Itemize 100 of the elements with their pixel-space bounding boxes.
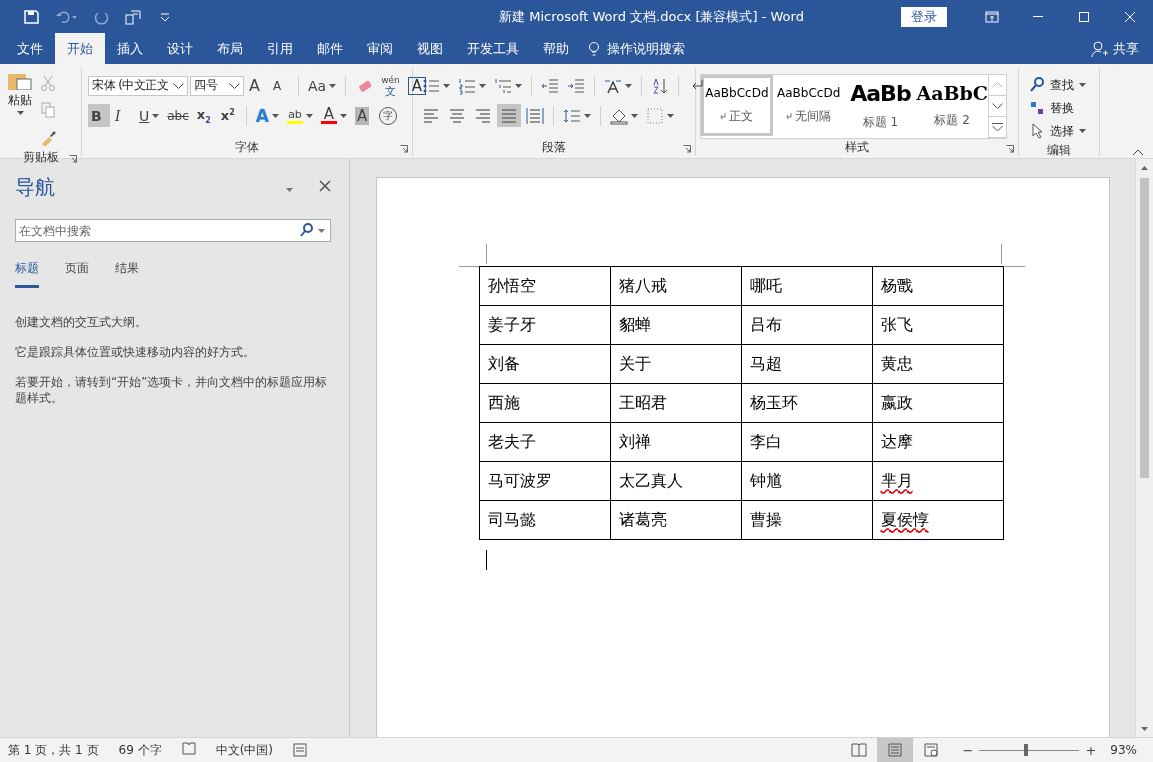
underline-button[interactable]: U [136,104,163,127]
numbered-list-icon [458,76,476,95]
dialog-launcher-icon [1006,145,1014,153]
table-cell: 马可波罗 [479,461,610,501]
collapse-ribbon-icon [1133,149,1143,155]
share-button[interactable]: 共享 [1090,33,1139,64]
table-cell: 姜子牙 [479,305,610,345]
caret-icon [286,188,293,192]
scissors-icon [40,74,56,92]
ribbon-tab[interactable]: 邮件 [305,33,355,64]
pane-tab[interactable]: 结果 [115,260,139,288]
table-cell: 貂蝉 [610,305,741,345]
sub-button[interactable]: x$_{2}$ [193,104,216,127]
print-view-button[interactable] [876,738,913,762]
strike-button[interactable]: abc [164,104,192,127]
zoom-percent[interactable]: 93% [1110,743,1137,757]
style-item[interactable]: AaBbCcDd 正文 [701,75,773,136]
table-cell: 太乙真人 [610,461,741,501]
color-button[interactable]: A [318,104,350,127]
copy-icon [40,101,56,119]
crop-mark [1000,244,1002,264]
table-cell: 西施 [479,383,610,423]
caret-icon [318,229,325,233]
status-text[interactable]: 中文(中国) [215,741,273,759]
pane-tab[interactable]: 标题 [15,260,39,288]
caret-icon [631,113,638,118]
ribbon-tab[interactable]: 布局 [205,33,255,64]
italic-button[interactable]: I [112,104,134,127]
ribbon-tab[interactable]: 开发工具 [455,33,531,64]
table-cell: 李白 [741,422,872,462]
select-button[interactable]: 选择 [1029,120,1086,142]
replace-button[interactable]: 替换 [1029,97,1086,119]
help-text: 创建文档的交互式大纲。 [15,314,148,330]
table-cell: 黄忠 [872,344,1003,384]
shrink-button[interactable]: A [270,74,292,97]
grow-button[interactable]: A [246,74,268,97]
ribbon-tab[interactable]: 文件 [5,33,55,64]
caret-icon [443,83,450,88]
status-text[interactable]: 69 个字 [118,741,162,759]
phonetic-button[interactable]: wén 文 [378,74,403,97]
style-item[interactable]: AaBbC 标题 2 [916,75,989,136]
table-cell: 嬴政 [872,383,1003,423]
search-field[interactable]: 在文档中搜索 [15,219,331,242]
zoom-thumb[interactable] [1024,744,1029,756]
clipboard-icon [5,72,35,90]
dialog-launcher-icon [69,155,77,163]
table-cell: 马超 [741,344,872,384]
zoom-in-button[interactable]: + [1081,742,1101,758]
multilevel-list-icon [494,76,512,95]
table-cell: 老夫子 [479,422,610,462]
align-justify-button[interactable] [497,104,521,127]
pane-tab[interactable]: 页面 [65,260,89,288]
table-cell: 猪八戒 [610,266,741,306]
table-cell: 杨玉环 [741,383,872,423]
group-label: 字体 [235,138,259,156]
crop-mark [458,266,479,267]
ribbon-tab[interactable]: 插入 [105,33,155,64]
ribbon-tab[interactable]: 帮助 [531,33,581,64]
align-left-icon [422,106,440,125]
style-item[interactable]: AaBbCcDd 无间隔 [772,75,845,136]
tell-me-search[interactable]: 操作说明搜索 [587,33,685,64]
table-cell: 夏侯惇 [872,500,1003,540]
ribbon-tab[interactable]: 审阅 [355,33,405,64]
find-button[interactable]: 查找 [1029,74,1086,96]
caret-icon [16,111,24,115]
bold-button[interactable]: B [88,104,110,127]
highlight-button[interactable]: ab [284,104,316,127]
group-label: 剪贴板 [22,149,59,166]
font-size-dropdown[interactable]: 四号 [190,75,244,96]
group-label: 样式 [845,139,869,156]
borders-icon [646,106,664,125]
zoom-out-button[interactable]: − [958,742,978,758]
scroll-thumb[interactable] [1140,178,1149,478]
scroll-up-icon [1141,165,1148,170]
ribbon-tab[interactable]: 引用 [255,33,305,64]
ribbon-tab[interactable]: 视图 [405,33,455,64]
align-justify-icon [500,106,518,125]
proofing-book-icon [181,739,196,758]
pane-title: 导航 [15,174,56,201]
macro-icon [293,741,307,759]
group-label: 段落 [542,138,566,156]
paragraph-mark-icon [786,113,793,120]
status-text[interactable]: 第 1 页，共 1 页 [8,741,99,759]
caret-icon [515,83,522,88]
effect-button[interactable]: A [252,104,282,127]
table-cell: 刘禅 [610,422,741,462]
paintbrush-icon [40,128,56,146]
case-button[interactable]: Aa [305,74,340,97]
replace-icon [1029,99,1045,117]
signin-button[interactable]: 登录 [901,6,947,27]
ribbon-tab[interactable]: 设计 [155,33,205,64]
ribbon-tab[interactable]: 开始 [55,33,105,64]
table-cell: 杨戬 [872,266,1003,306]
format-painter-button[interactable] [40,128,56,149]
font-name-dropdown[interactable]: 宋体 (中文正文 [88,75,188,96]
more-icon [992,122,1004,132]
sup-button[interactable]: x$^{2}$ [217,104,240,127]
paste-button[interactable]: 粘贴 [0,68,40,149]
style-item[interactable]: AaBb 标题 1 [844,75,917,136]
window-title: 新建 Microsoft Word 文档.docx [兼容模式] - Word [498,7,805,26]
